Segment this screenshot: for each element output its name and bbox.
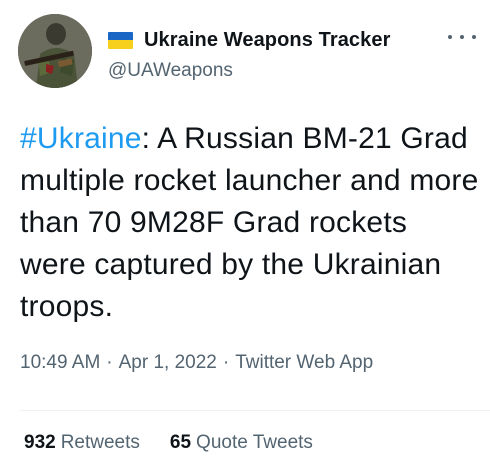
meta-separator: · bbox=[106, 352, 113, 373]
author-name-row[interactable]: Ukraine Weapons Tracker bbox=[108, 28, 391, 52]
tweet-time[interactable]: 10:49 AM bbox=[20, 352, 100, 374]
tweet-stats: 932 Retweets 65 Quote Tweets bbox=[24, 432, 343, 454]
soldier-with-rifle-avatar bbox=[18, 14, 92, 88]
ukraine-flag-icon bbox=[108, 31, 133, 49]
quote-tweets-stat[interactable]: 65 Quote Tweets bbox=[170, 432, 313, 454]
tweet-source[interactable]: Twitter Web App bbox=[235, 352, 373, 374]
retweets-label: Retweets bbox=[60, 432, 140, 453]
hashtag-link[interactable]: #Ukraine bbox=[20, 122, 142, 155]
retweets-count: 932 bbox=[24, 432, 56, 453]
tweet-text: #Ukraine: A Russian BM-21 Grad multiple … bbox=[20, 118, 480, 328]
quote-tweets-label: Quote Tweets bbox=[196, 432, 313, 453]
retweets-stat[interactable]: 932 Retweets bbox=[24, 432, 140, 454]
tweet-date[interactable]: Apr 1, 2022 bbox=[119, 352, 217, 374]
avatar[interactable] bbox=[18, 14, 92, 88]
meta-separator: · bbox=[222, 352, 230, 373]
divider bbox=[20, 410, 490, 411]
tweet-card: Ukraine Weapons Tracker @UAWeapons #Ukra… bbox=[0, 0, 490, 475]
more-horizontal-icon[interactable] bbox=[448, 30, 476, 44]
quote-tweets-count: 65 bbox=[169, 432, 192, 453]
user-handle[interactable]: @UAWeapons bbox=[108, 60, 233, 82]
tweet-meta: 10:49 AM · Apr 1, 2022 · Twitter Web App bbox=[20, 352, 373, 374]
display-name[interactable]: Ukraine Weapons Tracker bbox=[144, 29, 391, 52]
